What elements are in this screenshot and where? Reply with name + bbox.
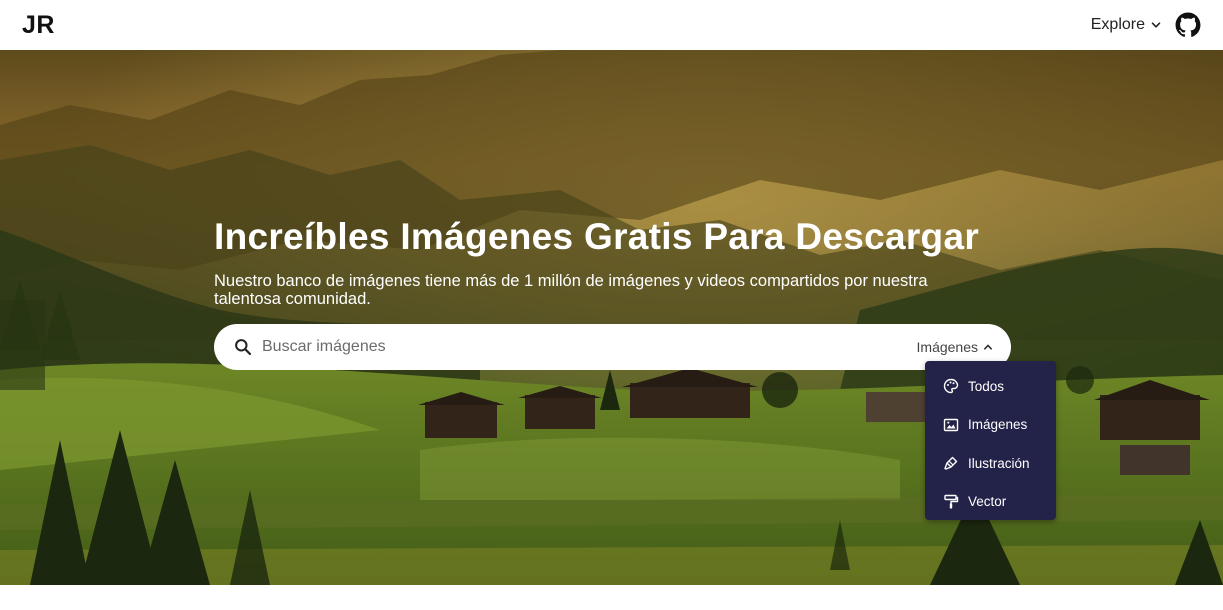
top-navbar: JR Explore — [0, 0, 1223, 50]
image-icon — [943, 418, 959, 431]
brush-icon — [944, 457, 958, 470]
chevron-down-icon — [1151, 22, 1161, 28]
search-bar: Imágenes — [214, 324, 1011, 370]
dropdown-item-imagenes[interactable]: Imágenes — [925, 406, 1056, 445]
search-icon[interactable] — [234, 338, 252, 356]
site-logo[interactable]: JR — [22, 11, 55, 40]
dropdown-item-label: Ilustración — [968, 455, 1030, 471]
media-type-select[interactable]: Imágenes — [917, 339, 993, 355]
nav-right: Explore — [1091, 12, 1201, 38]
chevron-up-icon — [984, 344, 992, 350]
search-input[interactable] — [262, 338, 917, 356]
explore-label: Explore — [1090, 16, 1145, 33]
explore-menu[interactable]: Explore — [1091, 16, 1161, 34]
paint-roller-icon — [944, 494, 959, 509]
palette-icon — [943, 379, 959, 394]
github-icon[interactable] — [1175, 12, 1201, 38]
media-type-dropdown: Todos Imágenes Ilustración Vector — [925, 361, 1056, 520]
hero-section: Increíbles Imágenes Gratis Para Descarga… — [0, 50, 1223, 585]
dropdown-item-label: Imágenes — [968, 417, 1028, 433]
dropdown-item-vector[interactable]: Vector — [925, 483, 1056, 522]
dropdown-item-label: Vector — [968, 494, 1007, 510]
dropdown-item-label: Todos — [968, 378, 1005, 394]
hero-subtitle: Nuestro banco de imágenes tiene más de 1… — [214, 272, 928, 308]
dropdown-item-ilustracion[interactable]: Ilustración — [925, 444, 1056, 483]
media-type-label: Imágenes — [916, 339, 978, 355]
dropdown-item-todos[interactable]: Todos — [925, 367, 1056, 406]
hero-title: Increíbles Imágenes Gratis Para Descarga… — [214, 216, 980, 257]
